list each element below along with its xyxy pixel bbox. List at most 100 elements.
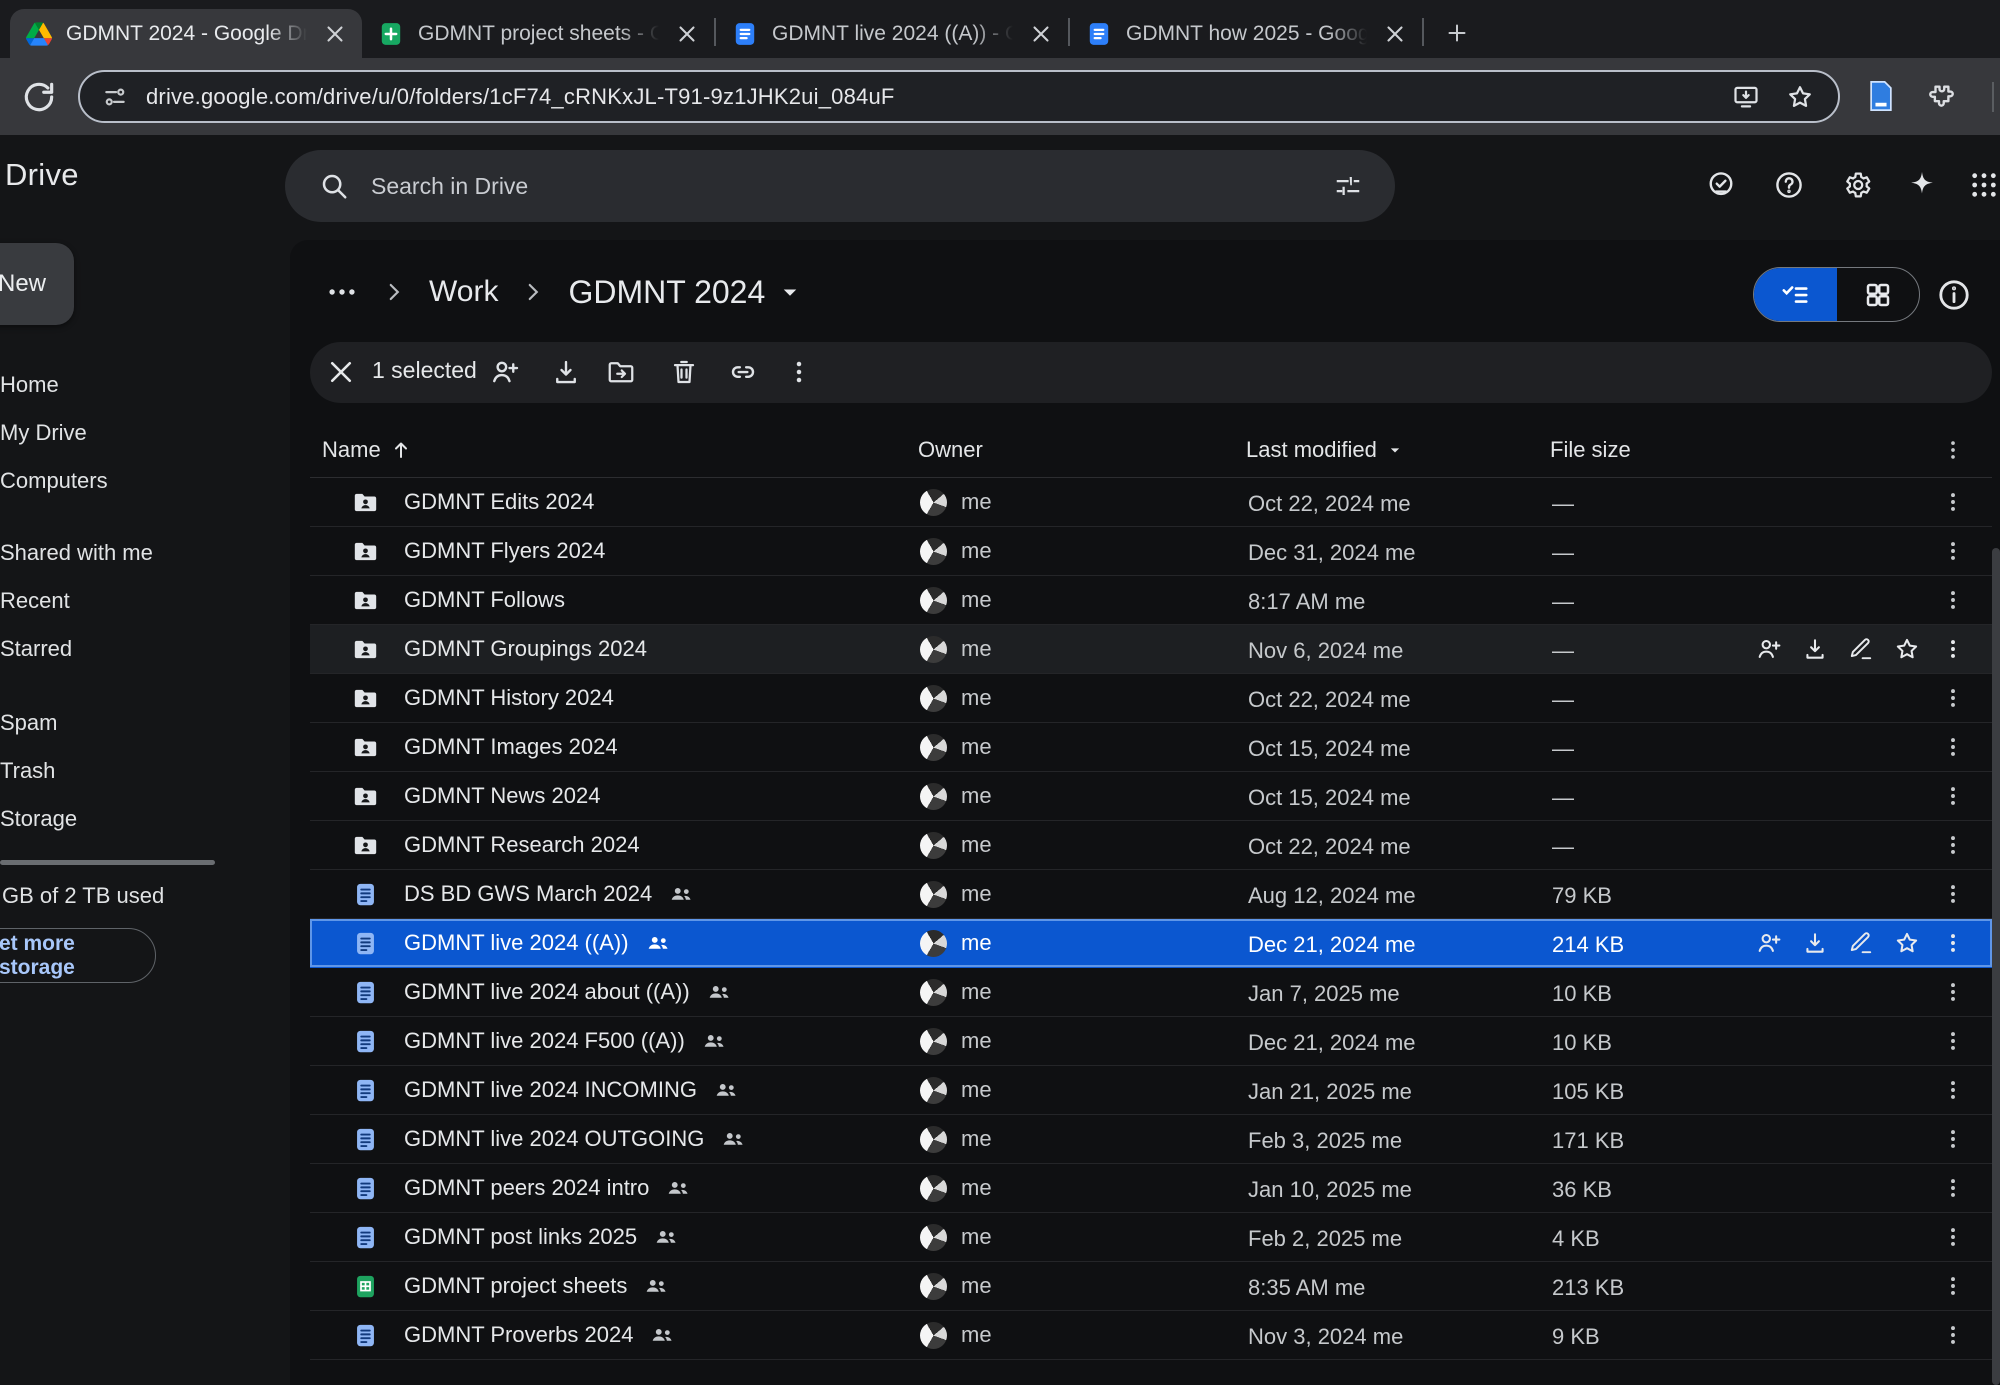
- table-row[interactable]: GDMNT Images 2024meOct 15, 2024 me—: [310, 723, 1992, 772]
- get-more-storage-button[interactable]: et more storage: [0, 928, 156, 983]
- more-actions-kebab-icon[interactable]: [1940, 685, 1966, 711]
- tab-close-icon[interactable]: [1028, 21, 1054, 47]
- more-actions-kebab-icon[interactable]: [1940, 1224, 1966, 1250]
- table-row[interactable]: GDMNT live 2024 INCOMINGmeJan 21, 2025 m…: [310, 1066, 1992, 1115]
- star-icon[interactable]: [1894, 930, 1920, 956]
- table-row[interactable]: GDMNT live 2024 ((A))meDec 21, 2024 me21…: [310, 919, 1992, 968]
- list-view-button[interactable]: [1754, 268, 1837, 321]
- more-actions-kebab-icon[interactable]: [784, 357, 814, 387]
- table-row[interactable]: GDMNT News 2024meOct 15, 2024 me—: [310, 772, 1992, 821]
- more-actions-kebab-icon[interactable]: [1940, 489, 1966, 515]
- tab-close-icon[interactable]: [322, 21, 348, 47]
- copy-link-icon[interactable]: [728, 357, 758, 387]
- breadcrumb-ellipsis-icon[interactable]: [325, 275, 359, 309]
- sidebar-item-trash[interactable]: Trash: [0, 747, 290, 795]
- search-icon[interactable]: [319, 171, 349, 201]
- sidebar-item-storage[interactable]: Storage: [0, 795, 290, 843]
- apps-grid-icon[interactable]: [1968, 169, 2000, 201]
- table-row[interactable]: GDMNT Edits 2024meOct 22, 2024 me—: [310, 478, 1992, 527]
- table-row[interactable]: GDMNT Followsme8:17 AM me—: [310, 576, 1992, 625]
- more-actions-kebab-icon[interactable]: [1940, 538, 1966, 564]
- move-to-folder-icon[interactable]: [606, 357, 636, 387]
- more-actions-kebab-icon[interactable]: [1940, 979, 1966, 1005]
- column-header-size[interactable]: File size: [1550, 437, 1631, 463]
- sidebar-item-my-drive[interactable]: My Drive: [0, 409, 290, 457]
- browser-tab[interactable]: GDMNT 2024 - Google Drive: [10, 9, 362, 58]
- tab-close-icon[interactable]: [674, 21, 700, 47]
- share-person-add-icon[interactable]: [490, 357, 520, 387]
- sidebar-item-shared-with-me[interactable]: Shared with me: [0, 529, 290, 577]
- bookmark-star-icon[interactable]: [1786, 83, 1814, 111]
- more-actions-kebab-icon[interactable]: [1940, 636, 1966, 662]
- table-row[interactable]: GDMNT peers 2024 intromeJan 10, 2025 me3…: [310, 1164, 1992, 1213]
- sidebar-item-home[interactable]: Home: [0, 361, 290, 409]
- table-row[interactable]: GDMNT post links 2025meFeb 2, 2025 me4 K…: [310, 1213, 1992, 1262]
- install-app-icon[interactable]: [1732, 83, 1760, 111]
- more-actions-kebab-icon[interactable]: [1940, 832, 1966, 858]
- search-bar[interactable]: Search in Drive: [285, 150, 1395, 222]
- browser-tab[interactable]: GDMNT how 2025 - Google D: [1070, 9, 1422, 58]
- download-icon[interactable]: [1802, 636, 1828, 662]
- url-bar[interactable]: drive.google.com/drive/u/0/folders/1cF74…: [78, 70, 1840, 123]
- table-row[interactable]: GDMNT Flyers 2024meDec 31, 2024 me—: [310, 527, 1992, 576]
- breadcrumb-parent[interactable]: Work: [429, 275, 498, 309]
- table-row[interactable]: GDMNT Proverbs 2024meNov 3, 2024 me9 KB: [310, 1311, 1992, 1360]
- table-row[interactable]: GDMNT project sheetsme8:35 AM me213 KB: [310, 1262, 1992, 1311]
- browser-tab[interactable]: GDMNT live 2024 ((A)) - Goo: [716, 9, 1068, 58]
- download-icon[interactable]: [1802, 930, 1828, 956]
- more-actions-kebab-icon[interactable]: [1940, 1028, 1966, 1054]
- star-icon[interactable]: [1894, 636, 1920, 662]
- table-row[interactable]: GDMNT Research 2024meOct 22, 2024 me—: [310, 821, 1992, 870]
- search-filters-icon[interactable]: [1333, 171, 1363, 201]
- sidebar-item-spam[interactable]: Spam: [0, 699, 290, 747]
- extensions-puzzle-icon[interactable]: [1924, 81, 1954, 111]
- more-actions-kebab-icon[interactable]: [1940, 881, 1966, 907]
- table-row[interactable]: GDMNT History 2024meOct 22, 2024 me—: [310, 674, 1992, 723]
- breadcrumb-current-folder[interactable]: GDMNT 2024: [568, 274, 765, 311]
- sidebar-item-computers[interactable]: Computers: [0, 457, 290, 505]
- site-settings-icon[interactable]: [102, 84, 128, 110]
- table-row[interactable]: GDMNT Groupings 2024meNov 6, 2024 me—: [310, 625, 1992, 674]
- more-actions-kebab-icon[interactable]: [1940, 1175, 1966, 1201]
- table-row[interactable]: DS BD GWS March 2024meAug 12, 2024 me79 …: [310, 870, 1992, 919]
- more-actions-kebab-icon[interactable]: [1940, 734, 1966, 760]
- settings-gear-icon[interactable]: [1841, 169, 1873, 201]
- download-icon[interactable]: [551, 357, 581, 387]
- column-header-name[interactable]: Name: [322, 437, 413, 463]
- column-settings-kebab-icon[interactable]: [1940, 437, 1966, 463]
- column-header-modified[interactable]: Last modified: [1246, 437, 1405, 463]
- sidebar-item-recent[interactable]: Recent: [0, 577, 290, 625]
- rename-pencil-icon[interactable]: [1848, 930, 1874, 956]
- docs-extension-icon[interactable]: [1866, 80, 1896, 112]
- url-text[interactable]: drive.google.com/drive/u/0/folders/1cF74…: [146, 84, 895, 110]
- more-actions-kebab-icon[interactable]: [1940, 930, 1966, 956]
- table-row[interactable]: GDMNT live 2024 about ((A))meJan 7, 2025…: [310, 968, 1992, 1017]
- selection-count[interactable]: 1 selected: [372, 357, 477, 384]
- gemini-sparkle-icon[interactable]: [1906, 169, 1938, 201]
- folder-menu-caret-icon[interactable]: [775, 277, 805, 307]
- more-actions-kebab-icon[interactable]: [1940, 1077, 1966, 1103]
- details-info-icon[interactable]: [1936, 277, 1972, 313]
- new-tab-button[interactable]: [1440, 16, 1474, 50]
- more-actions-kebab-icon[interactable]: [1940, 1322, 1966, 1348]
- browser-tab[interactable]: GDMNT project sheets - Goo: [362, 9, 714, 58]
- table-row[interactable]: GDMNT live 2024 OUTGOINGmeFeb 3, 2025 me…: [310, 1115, 1992, 1164]
- more-actions-kebab-icon[interactable]: [1940, 587, 1966, 613]
- scrollbar[interactable]: [1992, 548, 2000, 1385]
- more-actions-kebab-icon[interactable]: [1940, 783, 1966, 809]
- trash-icon[interactable]: [669, 357, 699, 387]
- more-actions-kebab-icon[interactable]: [1940, 1126, 1966, 1152]
- rename-pencil-icon[interactable]: [1848, 636, 1874, 662]
- column-header-owner[interactable]: Owner: [918, 437, 983, 463]
- share-person-add-icon[interactable]: [1756, 930, 1782, 956]
- table-row[interactable]: GDMNT live 2024 F500 ((A))meDec 21, 2024…: [310, 1017, 1992, 1066]
- more-actions-kebab-icon[interactable]: [1940, 1273, 1966, 1299]
- share-person-add-icon[interactable]: [1756, 636, 1782, 662]
- grid-view-button[interactable]: [1837, 268, 1920, 321]
- sidebar-item-starred[interactable]: Starred: [0, 625, 290, 673]
- new-button[interactable]: New: [0, 243, 74, 325]
- clear-selection-icon[interactable]: [326, 357, 356, 387]
- help-icon[interactable]: [1773, 169, 1805, 201]
- offline-status-icon[interactable]: [1705, 169, 1737, 201]
- reload-icon[interactable]: [20, 78, 58, 116]
